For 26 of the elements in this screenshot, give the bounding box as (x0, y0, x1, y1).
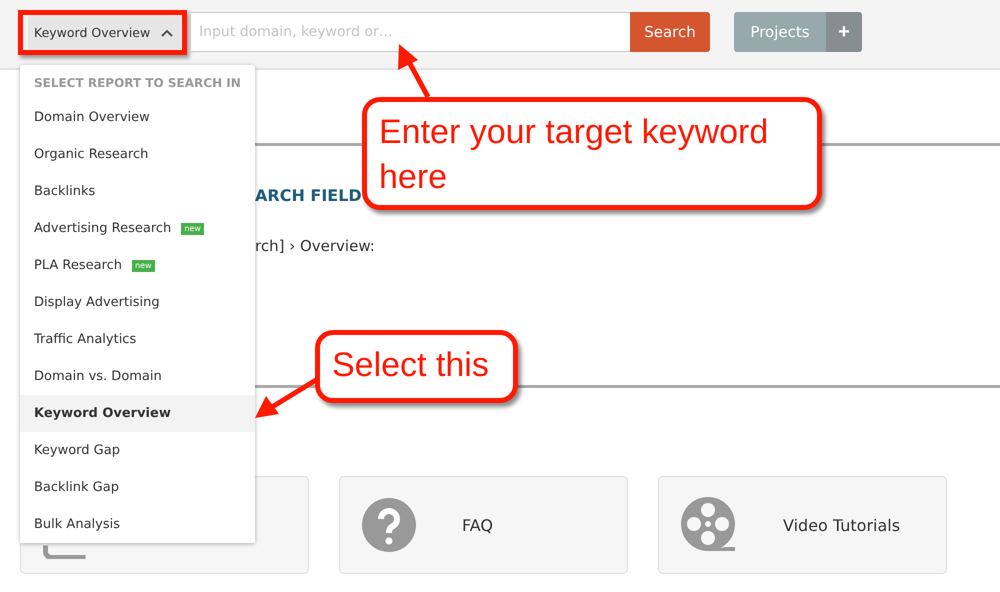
report-option[interactable]: Backlinks (20, 173, 255, 210)
report-option[interactable]: Keyword Gap (20, 432, 255, 469)
report-option[interactable]: Display Advertising (20, 284, 255, 321)
report-selector[interactable]: Keyword Overview (28, 15, 181, 50)
help-card[interactable]: FAQ (339, 476, 628, 574)
report-option[interactable]: Organic Research (20, 136, 255, 173)
report-option[interactable]: PLA Research new (20, 247, 255, 284)
new-badge: new (181, 222, 204, 234)
report-option[interactable]: Bulk Analysis (20, 506, 255, 543)
card-label: Video Tutorials (783, 516, 900, 534)
card-label: FAQ (462, 516, 493, 534)
callout: Enter your target keyword here (362, 97, 822, 210)
callout: Select this (315, 330, 518, 403)
report-option[interactable]: Keyword Overview (20, 395, 255, 432)
report-option[interactable]: Domain Overview (20, 99, 255, 136)
section-heading: ARCH FIELD (255, 186, 363, 205)
report-option[interactable]: Backlink Gap (20, 469, 255, 506)
breadcrumb: rch] › Overview: (255, 237, 376, 255)
help-card[interactable]: Video Tutorials (658, 476, 947, 574)
new-badge: new (132, 260, 155, 272)
search-field[interactable]: Input domain, keyword or… (190, 12, 630, 52)
report-option[interactable]: Advertising Research new (20, 210, 255, 247)
search-button[interactable]: Search (630, 12, 710, 52)
report-option[interactable]: Traffic Analytics (20, 321, 255, 358)
dropdown-heading: SELECT REPORT TO SEARCH IN (33, 75, 242, 92)
report-option[interactable]: Domain vs. Domain (20, 358, 255, 395)
